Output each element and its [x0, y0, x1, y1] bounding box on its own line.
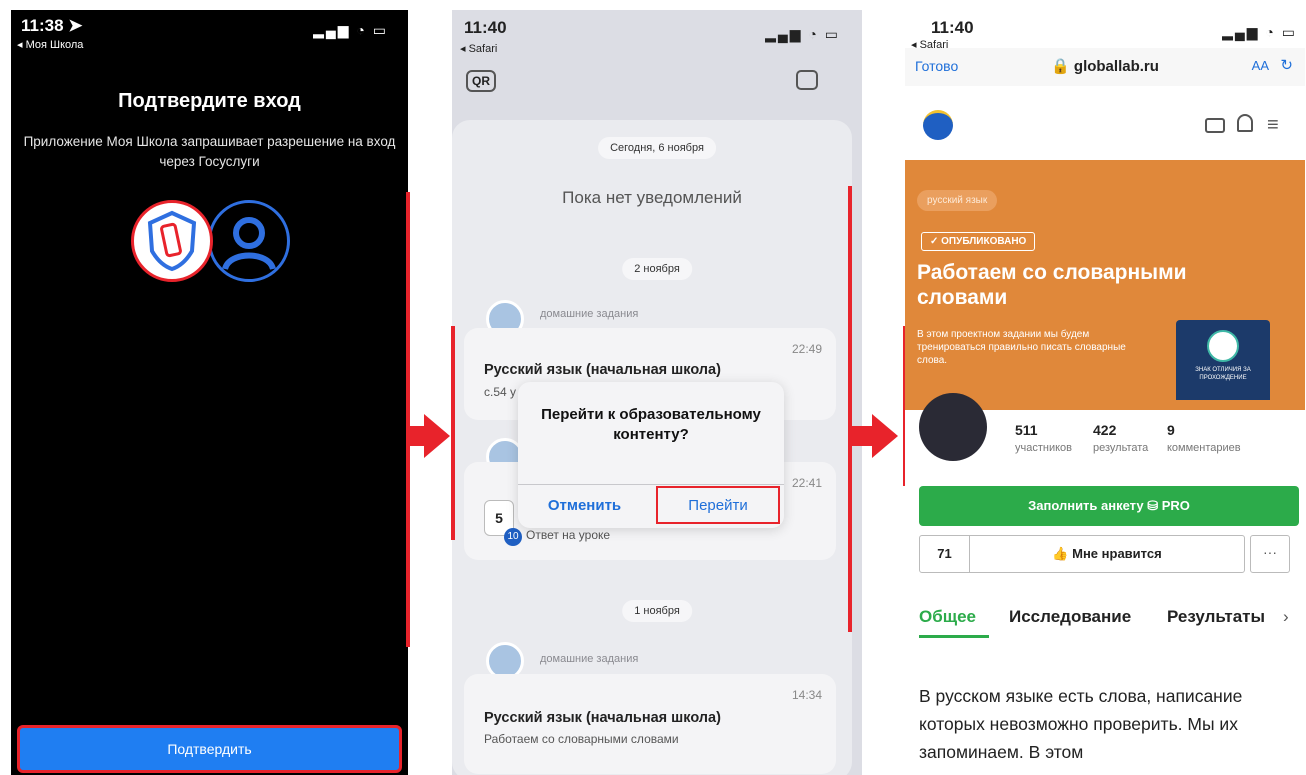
project-banner: русский язык ✓ ОПУБЛИКОВАНО Работаем со … — [905, 160, 1305, 410]
active-tab-indicator — [919, 635, 989, 638]
cancel-button[interactable]: Отменить — [518, 484, 651, 528]
stat-label: участников — [1015, 442, 1073, 454]
notification-time: 14:34 — [791, 688, 822, 702]
status-time: 11:40 — [464, 18, 507, 37]
tab-results[interactable]: Результаты — [1167, 607, 1277, 627]
stat-number: 422 — [1093, 422, 1117, 438]
gosuslugi-user-icon — [208, 200, 290, 282]
arrow-shaft-2 — [852, 426, 874, 446]
highlight-line-mid-left — [451, 326, 455, 540]
stat-number: 511 — [1015, 422, 1038, 438]
subject-tag[interactable]: русский язык — [917, 190, 998, 211]
tab-research[interactable]: Исследование — [1009, 607, 1131, 627]
highlight-line-mid-right — [848, 186, 852, 632]
bell-icon[interactable] — [1237, 114, 1253, 132]
status-time: 11:38 ➤ — [21, 16, 83, 35]
text-size-button[interactable]: AA — [1252, 58, 1269, 73]
published-badge: ✓ ОПУБЛИКОВАНО — [921, 232, 1036, 251]
moya-shkola-logo-icon — [131, 200, 213, 282]
project-title: Работаем со словарными словами — [917, 261, 1187, 309]
likes-count: 71 — [920, 536, 970, 572]
date-pill: Сегодня, 6 ноября — [598, 137, 716, 159]
phone-3-globallab: 11:40 ◂ Safari ▂▄▆ ◔ ▭ Готово 🔒 globalla… — [905, 10, 1305, 775]
project-body-text: В русском языке есть слова, написание ко… — [919, 686, 1243, 762]
back-to-app-link[interactable]: ◂ Моя Школа — [17, 38, 83, 51]
tab-general[interactable]: Общее — [919, 607, 976, 627]
chat-icon[interactable] — [796, 70, 818, 90]
phone-1-login-confirm: 11:38 ➤ ◂ Моя Школа ▂▄▆ ◔ ▭ Подтвердите … — [11, 10, 408, 775]
empty-state-text: Пока нет уведомлений — [562, 188, 742, 207]
chevron-right-icon[interactable]: › — [1283, 607, 1289, 627]
go-button[interactable]: Перейти — [656, 486, 780, 524]
status-icons: ▂▄▆ ◔ ▭ — [765, 26, 840, 42]
menu-icon[interactable]: ≡ — [1267, 114, 1279, 137]
stat-number: 9 — [1167, 422, 1175, 438]
back-to-safari-link[interactable]: ◂ Safari — [460, 42, 497, 55]
project-description: В этом проектном задании мы будем тренир… — [917, 329, 1126, 366]
stat-label: комментариев — [1167, 442, 1241, 454]
notification-subtitle: с.54 у — [484, 385, 517, 399]
browser-url-bar: Готово 🔒 globallab.ru AA ↻ — [905, 48, 1305, 86]
notification-time: 22:49 — [791, 342, 822, 356]
category-label: домашние задания — [540, 308, 639, 320]
qr-scanner-icon[interactable]: QR — [466, 70, 496, 92]
book-icon — [1207, 330, 1239, 362]
notification-title: Русский язык (начальная школа) — [484, 710, 721, 726]
arrow-right-icon — [424, 414, 450, 458]
date-pill: 1 ноября — [622, 600, 692, 622]
page-title: Подтвердите вход — [118, 90, 301, 112]
phone-2-notifications: 11:40 ◂ Safari ▂▄▆ ◔ ▭ QR Сегодня, 6 ноя… — [452, 10, 862, 775]
notification-time: 22:41 — [791, 476, 822, 490]
status-icons: ▂▄▆ ◔ ▭ — [313, 22, 388, 38]
status-time: 11:40 — [931, 18, 974, 37]
highlight-line-left — [406, 192, 410, 647]
globallab-logo-icon[interactable] — [923, 110, 953, 140]
notification-subtitle: Ответ на уроке — [526, 528, 611, 542]
date-pill: 2 ноября — [622, 258, 692, 280]
reload-icon[interactable]: ↻ — [1280, 56, 1293, 74]
achievement-badge: ЗНАК ОТЛИЧИЯ ЗА ПРОХОЖДЕНИЕ — [1176, 320, 1270, 400]
notification-title: Русский язык (начальная школа) — [484, 362, 721, 378]
project-avatar — [919, 393, 987, 461]
permission-description: Приложение Моя Школа запрашивает разреше… — [23, 134, 396, 169]
url-field[interactable]: 🔒 globallab.ru — [905, 57, 1305, 75]
notification-card[interactable]: 14:34 Русский язык (начальная школа) Раб… — [464, 674, 836, 774]
stat-label: результата — [1093, 442, 1149, 454]
dialog-question: Перейти к образовательному контенту? — [541, 406, 761, 443]
notification-subtitle: Работаем со словарными словами — [484, 732, 679, 746]
chat-icon[interactable] — [1205, 118, 1225, 133]
like-button[interactable]: 👍 Мне нравится — [970, 536, 1244, 572]
like-control: 71 👍 Мне нравится — [919, 535, 1245, 573]
fill-questionnaire-button[interactable]: Заполнить анкету ⛁ PRO — [919, 486, 1299, 526]
confirm-button[interactable]: Подтвердить — [17, 725, 402, 773]
weight-badge: 10 — [504, 528, 522, 546]
category-label: домашние задания — [540, 653, 639, 665]
more-options-button[interactable]: ··· — [1250, 535, 1290, 573]
badge-text: ЗНАК ОТЛИЧИЯ ЗА ПРОХОЖДЕНИЕ — [1195, 367, 1251, 381]
redirect-dialog: Перейти к образовательному контенту? Отм… — [518, 382, 784, 528]
status-icons: ▂▄▆ ◔ ▭ — [1222, 24, 1297, 40]
arrow-right-icon — [872, 414, 898, 458]
